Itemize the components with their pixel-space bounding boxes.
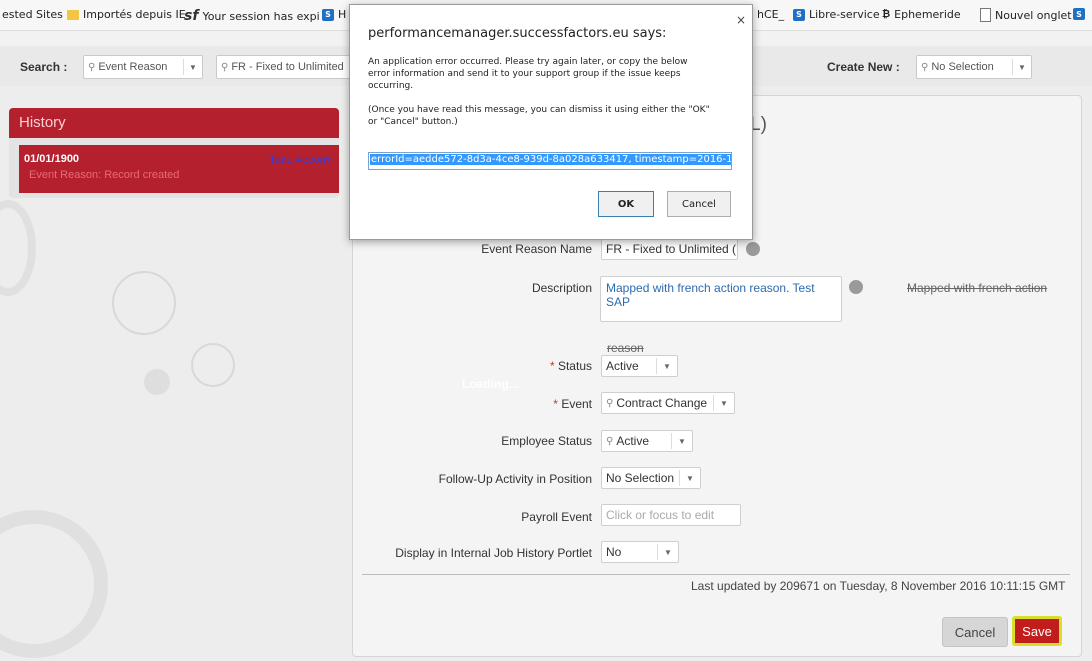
history-entry-reason: Event Reason: Record created: [29, 169, 180, 181]
description-old-value: Mapped with french action: [907, 281, 1048, 295]
decor-ring: [112, 271, 176, 335]
employee-status-label: Employee Status: [501, 434, 592, 448]
dialog-title: performancemanager.successfactors.eu say…: [368, 26, 667, 41]
search-icon: ⚲: [221, 61, 229, 73]
dialog-cancel-button[interactable]: Cancel: [667, 191, 731, 217]
payroll-event-input[interactable]: Click or focus to edit: [601, 504, 741, 526]
ephemeride-icon: ₿: [882, 9, 891, 20]
description-label: Description: [531, 281, 592, 295]
display-history-label: Display in Internal Job History Portlet: [395, 546, 592, 560]
status-select[interactable]: Active ▼: [601, 355, 678, 377]
search-value-input[interactable]: ⚲ FR - Fixed to Unlimited: [216, 55, 350, 79]
sap-icon: S: [1073, 8, 1085, 20]
description-field[interactable]: Mapped with french action reason. Test S…: [600, 276, 842, 322]
chevron-down-icon: ▼: [657, 544, 678, 560]
chevron-down-icon: ▼: [656, 358, 677, 374]
search-icon: ⚲: [606, 397, 614, 409]
event-label: * Event: [553, 397, 592, 411]
bookmark-h[interactable]: S H: [322, 8, 346, 21]
translation-globe-icon[interactable]: [849, 280, 863, 294]
chevron-down-icon: ▼: [671, 433, 692, 449]
chevron-down-icon: ▼: [679, 470, 700, 486]
search-type-select[interactable]: ⚲ Event Reason ▼: [83, 55, 203, 79]
caret-down-icon: ▾: [325, 154, 331, 166]
loading-indicator: Loading...: [432, 372, 519, 396]
translation-globe-icon[interactable]: [746, 242, 760, 256]
search-icon: ⚲: [88, 61, 96, 73]
decor-ring: [191, 343, 235, 387]
save-button[interactable]: Save: [1012, 616, 1062, 646]
history-panel: History 01/01/1900 Take Action▾ Event Re…: [9, 108, 339, 198]
sap-icon: S: [322, 8, 334, 21]
chevron-down-icon: ▼: [1012, 59, 1031, 75]
error-info-input[interactable]: errorId=aedde572-8d3a-4ce8-939d-8a028a63…: [368, 152, 732, 170]
bookmark-sap-extra[interactable]: S: [1073, 8, 1085, 20]
spinner-icon: [432, 372, 456, 396]
display-history-select[interactable]: No ▼: [601, 541, 679, 563]
search-icon: ⚲: [921, 61, 929, 73]
follow-up-select[interactable]: No Selection ▼: [601, 467, 701, 489]
error-dialog: performancemanager.successfactors.eu say…: [349, 4, 753, 240]
close-icon[interactable]: ×: [736, 13, 746, 27]
take-action-menu[interactable]: Take Action▾: [269, 153, 331, 166]
bookmark-new-tab[interactable]: Nouvel onglet: [980, 8, 1072, 22]
decor-dot: [144, 369, 170, 395]
employee-status-select[interactable]: ⚲ Active ▼: [601, 430, 693, 452]
sf-icon: sf: [184, 8, 199, 24]
folder-icon: [67, 9, 79, 20]
event-select[interactable]: ⚲ Contract Change ▼: [601, 392, 735, 414]
event-reason-name-field[interactable]: FR - Fixed to Unlimited (Fra: [601, 238, 738, 260]
search-icon: ⚲: [606, 435, 614, 447]
chevron-down-icon: ▼: [713, 395, 734, 411]
history-entry-date: 01/01/1900: [24, 153, 80, 165]
payroll-event-label: Payroll Event: [521, 510, 592, 524]
sap-icon: S: [793, 8, 805, 21]
divider: [362, 574, 1070, 575]
dialog-message: An application error occurred. Please tr…: [368, 57, 710, 127]
search-label: Search :: [20, 60, 68, 74]
history-entry[interactable]: 01/01/1900 Take Action▾ Event Reason: Re…: [19, 145, 339, 193]
event-reason-name-label: Event Reason Name: [481, 242, 592, 256]
follow-up-label: Follow-Up Activity in Position: [438, 472, 592, 486]
dialog-ok-button[interactable]: OK: [598, 191, 654, 217]
page-icon: [980, 8, 991, 22]
cancel-button[interactable]: Cancel: [942, 617, 1008, 647]
create-new-select[interactable]: ⚲ No Selection ▼: [916, 55, 1032, 79]
bookmark-hce[interactable]: hCE_: [757, 8, 784, 21]
bookmark-imported-ie[interactable]: Importés depuis IE: [67, 8, 186, 21]
bookmark-session-expired[interactable]: sf Your session has expi: [184, 8, 320, 24]
status-label: * Status: [549, 359, 592, 373]
bookmark-suggested-sites[interactable]: ested Sites: [2, 8, 63, 21]
bookmark-libre-service[interactable]: S Libre-service: [793, 8, 880, 21]
chevron-down-icon: ▼: [183, 59, 202, 75]
bookmark-ephemeride[interactable]: ₿ Ephemeride: [882, 8, 961, 21]
description-old-value-cont: reason: [607, 341, 644, 355]
create-new-label: Create New :: [827, 60, 900, 74]
history-title: History: [9, 108, 339, 138]
last-updated-text: Last updated by 209671 on Tuesday, 8 Nov…: [691, 579, 1066, 593]
